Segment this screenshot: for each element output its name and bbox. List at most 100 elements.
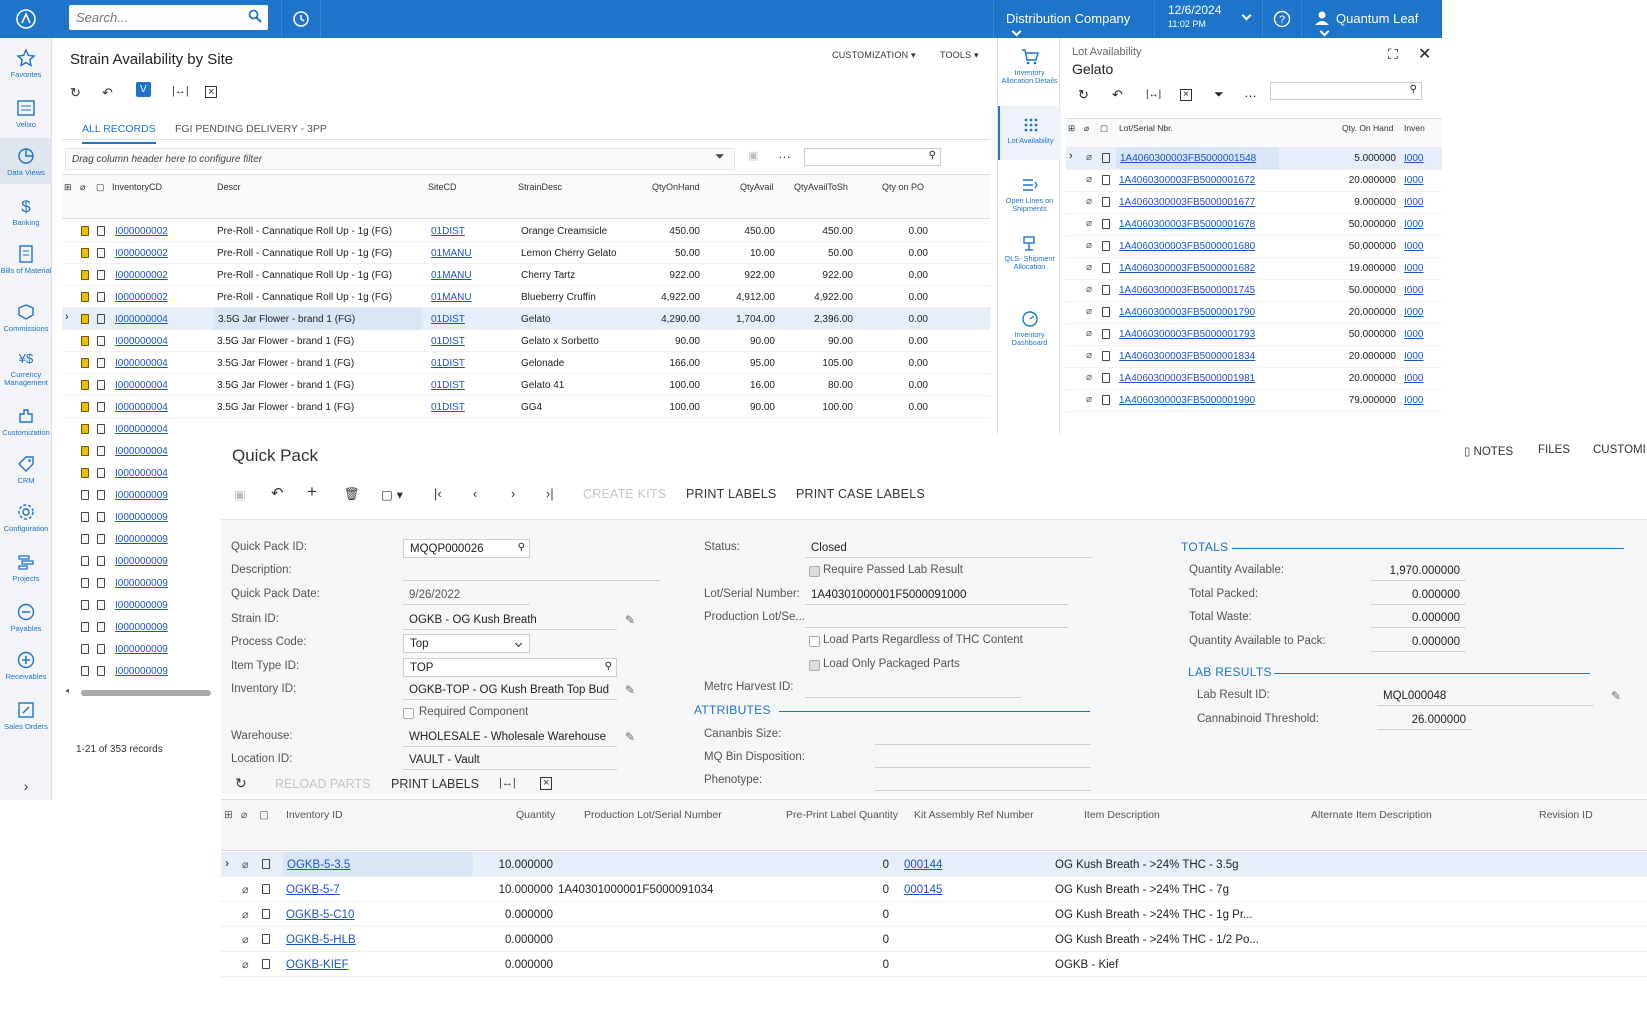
filter-icon[interactable]: ⏷	[715, 149, 725, 164]
nav-commissions[interactable]: Commissions	[0, 302, 52, 333]
lot-serial-link[interactable]: 1A4060300003FB5000001548	[1116, 147, 1279, 169]
sidepanel-inventory-dashboard[interactable]: Inventory Dashboard	[998, 310, 1061, 347]
lot-serial-link[interactable]: 1A4060300003FB5000001677	[1119, 197, 1255, 208]
customization-menu[interactable]: CUSTOMIZATION ▾	[832, 50, 916, 61]
table-row[interactable]: I000000002 Pre-Roll - Cannatique Roll Up …	[62, 242, 990, 264]
filter-icon[interactable]: ⏷	[1214, 87, 1224, 102]
location-id-field[interactable]: VAULT - Vault	[403, 751, 617, 770]
lot-serial-link[interactable]: 1A4060300003FB5000001790	[1119, 307, 1255, 318]
inventory-link[interactable]: I000000009	[115, 512, 168, 523]
scroll-left-icon[interactable]: ◂	[65, 686, 69, 695]
table-row[interactable]: I000000002 Pre-Roll - Cannatique Roll Up …	[62, 220, 990, 242]
col-alt-description[interactable]: Alternate Item Description	[1311, 809, 1432, 821]
kit-assembly-link[interactable]: 000144	[904, 859, 942, 871]
edit-pencil-icon[interactable]: ✎	[625, 613, 635, 627]
table-row[interactable]: I000000004 3.5G Jar Flower - brand 1 (FG)…	[62, 374, 990, 396]
tools-menu[interactable]: TOOLS ▾	[940, 50, 979, 61]
inventory-link[interactable]: I000	[1404, 285, 1423, 296]
lot-row[interactable]: ⌀ 1A4060300003FB5000001834 20.000000 I000	[1066, 345, 1442, 368]
date-selector[interactable]: 12/6/2024 11:02 PM	[1154, 0, 1262, 38]
files-button[interactable]: FILES	[1538, 444, 1570, 456]
nav-payables[interactable]: Payables	[0, 602, 52, 633]
refresh-icon[interactable]: ↻	[1078, 87, 1089, 103]
load-only-packaged-checkbox[interactable]	[809, 660, 820, 671]
col-sitecd[interactable]: SiteCD	[428, 182, 457, 192]
inventory-link[interactable]: I000	[1404, 351, 1423, 362]
copy-paste-icon[interactable]: ▢ ▾	[381, 487, 403, 502]
note-icon[interactable]	[1102, 241, 1110, 251]
col-revision-id[interactable]: Revision ID	[1539, 809, 1593, 821]
table-row[interactable]: I000000009	[62, 616, 208, 638]
undo-icon[interactable]: ↶	[271, 484, 284, 502]
inventory-id-link[interactable]: OGKB-5-3.5	[283, 852, 473, 876]
lot-serial-link[interactable]: 1A4060300003FB5000001680	[1119, 241, 1255, 252]
lot-serial-field[interactable]: 1A40301000001F5000091000	[805, 586, 1068, 605]
fit-columns-icon[interactable]: |↔|	[172, 85, 189, 97]
site-link[interactable]: 01DIST	[431, 402, 465, 413]
inventory-link[interactable]: I000000009	[115, 666, 168, 677]
inventory-id-field[interactable]: OGKB-TOP - OG Kush Breath Top Bud	[403, 681, 617, 700]
inventory-link[interactable]: I000	[1404, 263, 1423, 274]
table-row[interactable]: I000000009	[62, 572, 208, 594]
note-icon[interactable]	[1102, 329, 1110, 339]
view-toggle-icon[interactable]: V	[136, 82, 151, 97]
export-excel-icon[interactable]: ×	[1180, 89, 1192, 101]
filter-drop-zone[interactable]: Drag column header here to configure fil…	[65, 148, 735, 170]
inventory-link[interactable]: I000000004	[115, 468, 168, 479]
note-icon[interactable]	[97, 314, 105, 324]
edit-pencil-icon[interactable]: ✎	[625, 683, 635, 697]
search-icon[interactable]: ⚲	[518, 542, 525, 553]
inventory-link[interactable]: I000	[1404, 395, 1423, 406]
inventory-link[interactable]: I000000009	[115, 490, 168, 501]
print-case-labels-button[interactable]: PRINT CASE LABELS	[796, 487, 925, 501]
metrc-harvest-field[interactable]	[805, 679, 1021, 698]
sidepanel-qls-shipment[interactable]: QLS- Shipment Allocation	[998, 234, 1061, 271]
note-icon[interactable]	[97, 446, 105, 456]
col-inventory[interactable]: Inven	[1404, 123, 1425, 133]
col-lot-serial[interactable]: Lot/Serial Nbr.	[1119, 123, 1173, 133]
note-icon[interactable]	[97, 666, 105, 676]
inventory-link[interactable]: I000	[1404, 175, 1423, 186]
note-icon[interactable]	[1102, 285, 1110, 295]
lot-row[interactable]: ⌀ 1A4060300003FB5000001682 19.000000 I000	[1066, 257, 1442, 280]
table-row[interactable]: ⌀ OGKB-5-7 10.000000 1A40301000001F50000910…	[221, 877, 1647, 902]
table-row[interactable]: › I000000004 3.5G Jar Flower - brand 1 (FG…	[62, 308, 990, 330]
lot-serial-link[interactable]: 1A4060300003FB5000001745	[1119, 285, 1255, 296]
site-link[interactable]: 01MANU	[431, 292, 472, 303]
maximize-icon[interactable]: ⛶	[1388, 46, 1398, 63]
inventory-link[interactable]: I000	[1404, 219, 1423, 230]
scrollbar-thumb[interactable]	[81, 690, 211, 696]
note-icon[interactable]	[262, 859, 270, 869]
more-icon[interactable]: …	[778, 146, 791, 161]
notes-button[interactable]: ▯ NOTES	[1464, 444, 1513, 458]
undo-icon[interactable]: ↶	[102, 85, 113, 101]
col-qty-on-po[interactable]: Qty on PO	[882, 182, 924, 192]
inventory-link[interactable]: I000000004	[115, 358, 168, 369]
site-link[interactable]: 01DIST	[431, 314, 465, 325]
nav-currency-management[interactable]: ¥$ Currency Management	[0, 348, 52, 387]
save-icon[interactable]: ▣	[748, 149, 758, 162]
grid-settings-icon[interactable]: ⊞	[1068, 123, 1075, 134]
inventory-link[interactable]: I000	[1404, 197, 1423, 208]
nav-crm[interactable]: CRM	[0, 454, 52, 485]
expand-nav-icon[interactable]: ›	[0, 779, 52, 793]
nav-banking[interactable]: $ Banking	[0, 196, 52, 227]
inventory-id-link[interactable]: OGKB-5-HLB	[286, 934, 356, 946]
fit-columns-icon[interactable]: |↔|	[1146, 89, 1161, 100]
col-quantity[interactable]: Quantity	[516, 809, 555, 821]
lot-serial-link[interactable]: 1A4060300003FB5000001793	[1119, 329, 1255, 340]
note-icon[interactable]	[1102, 153, 1110, 163]
site-link[interactable]: 01DIST	[431, 336, 465, 347]
sidepanel-lot-availability[interactable]: Lot Availability	[998, 106, 1061, 160]
delete-icon[interactable]: 🗑	[344, 487, 360, 502]
inventory-link[interactable]: I000	[1404, 153, 1423, 164]
site-link[interactable]: 01MANU	[431, 248, 472, 259]
lot-search-input[interactable]: ⚲	[1270, 82, 1422, 100]
col-item-description[interactable]: Item Description	[1084, 809, 1160, 821]
search-input[interactable]: Search...	[69, 5, 268, 30]
table-row[interactable]: ⌀ OGKB-KIEF 0.000000 0 OGKB - Kief	[221, 952, 1647, 977]
lot-row[interactable]: ⌀ 1A4060300003FB5000001790 20.000000 I000	[1066, 301, 1442, 324]
lot-serial-link[interactable]: 1A4060300003FB5000001981	[1119, 373, 1255, 384]
lot-row[interactable]: ⌀ 1A4060300003FB5000001672 20.000000 I000	[1066, 169, 1442, 192]
table-row[interactable]: I000000009	[62, 528, 208, 550]
